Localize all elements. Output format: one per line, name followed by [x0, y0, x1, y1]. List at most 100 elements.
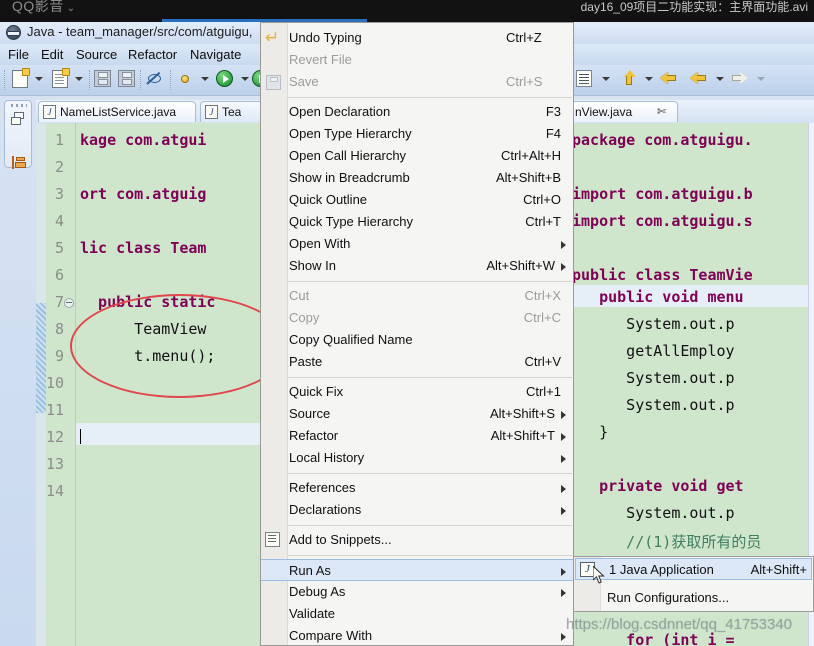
ctx-accel: Ctrl+T — [525, 214, 561, 229]
ctx-source[interactable]: Source Alt+Shift+S — [261, 403, 573, 425]
line-number: 13 — [45, 455, 64, 473]
menu-source[interactable]: Source — [72, 46, 121, 63]
save-all-icon[interactable] — [118, 70, 138, 90]
back-icon[interactable] — [690, 70, 710, 90]
mouse-cursor — [593, 566, 605, 584]
ctx-run-as[interactable]: Run As — [261, 559, 573, 581]
chevron-down-icon[interactable]: ⌄ — [67, 3, 76, 14]
forward-icon[interactable] — [730, 70, 750, 90]
ctx-label: Quick Type Hierarchy — [289, 214, 414, 229]
run-icon[interactable] — [216, 70, 236, 90]
ctx-label: Local History — [289, 450, 365, 465]
editor-context-menu: ↵ Undo Typing Ctrl+Z Revert File Save Ct… — [260, 22, 574, 646]
submenu-run-configurations[interactable]: Run Configurations... — [574, 587, 813, 609]
new-wizard-icon[interactable] — [52, 68, 72, 90]
search-icon[interactable] — [620, 70, 640, 90]
ctx-local-history[interactable]: Local History — [261, 447, 573, 469]
ctx-quick-fix[interactable]: Quick Fix Ctrl+1 — [261, 381, 573, 403]
ctx-accel: Ctrl+O — [523, 192, 561, 207]
outline-view-icon[interactable] — [11, 155, 27, 171]
current-line-highlight — [76, 423, 268, 445]
search-dropdown-icon[interactable] — [645, 77, 653, 81]
ctx-accel: Ctrl+V — [524, 354, 561, 369]
snippets-icon — [265, 532, 280, 547]
text-caret — [80, 429, 81, 444]
ctx-open-type-hierarchy[interactable]: Open Type Hierarchy F4 — [261, 123, 573, 145]
ctx-validate[interactable]: Validate — [261, 603, 573, 625]
save-icon[interactable] — [94, 70, 114, 90]
code-line: getAllEmploy — [572, 342, 735, 360]
code-line: TeamView — [80, 320, 207, 338]
fold-toggle-icon[interactable] — [64, 298, 74, 308]
run-dropdown-icon[interactable] — [241, 77, 249, 81]
menu-separator — [288, 555, 572, 556]
ctx-label: Refactor — [289, 428, 339, 443]
ctx-accel: F3 — [545, 104, 561, 119]
code-line: for (int i = — [572, 631, 735, 646]
submenu-java-application[interactable]: J 1 Java Application Alt+Shift+ — [575, 558, 812, 580]
ctx-label: Open Type Hierarchy — [289, 126, 412, 141]
ctx-open-with[interactable]: Open With — [261, 233, 573, 255]
ctx-debug-as[interactable]: Debug As — [261, 581, 573, 603]
menu-navigate[interactable]: Navigate — [186, 46, 245, 63]
open-type-icon[interactable] — [576, 70, 596, 90]
code-line: System.out.p — [572, 396, 735, 414]
line-number: 6 — [54, 266, 64, 284]
ctx-undo-typing[interactable]: ↵ Undo Typing Ctrl+Z — [261, 27, 573, 49]
ctx-label: Show In — [289, 258, 336, 273]
submenu-label: Run Configurations... — [607, 590, 730, 605]
ctx-quick-outline[interactable]: Quick Outline Ctrl+O — [261, 189, 573, 211]
ctx-refactor[interactable]: Refactor Alt+Shift+T — [261, 425, 573, 447]
code-line: lic class Team — [80, 239, 207, 257]
ctx-label: Debug As — [289, 584, 346, 599]
ctx-open-call-hierarchy[interactable]: Open Call Hierarchy Ctrl+Alt+H — [261, 145, 573, 167]
debug-dropdown-icon[interactable] — [201, 77, 209, 81]
open-type-dropdown-icon[interactable] — [602, 77, 610, 81]
ctx-declarations[interactable]: Declarations — [261, 499, 573, 521]
ctx-open-declaration[interactable]: Open Declaration F3 — [261, 101, 573, 123]
ctx-label: Compare With — [289, 628, 373, 643]
debug-icon[interactable] — [176, 70, 196, 90]
java-file-icon: J — [43, 105, 56, 119]
menu-refactor[interactable]: Refactor — [124, 46, 181, 63]
ctx-accel: Ctrl+1 — [525, 384, 561, 399]
ctx-label: Copy — [289, 310, 320, 325]
chevron-right-icon — [561, 241, 566, 249]
new-file-dropdown-icon[interactable] — [35, 77, 43, 81]
ctx-quick-type-hierarchy[interactable]: Quick Type Hierarchy Ctrl+T — [261, 211, 573, 233]
ctx-references[interactable]: References — [261, 477, 573, 499]
code-line: public void menu — [572, 288, 744, 306]
ctx-accel: Alt+Shift+T — [490, 428, 555, 443]
restore-view-icon[interactable] — [11, 112, 27, 128]
new-file-icon[interactable] — [12, 68, 32, 90]
media-player-name[interactable]: QQ影音 ⌄ — [12, 0, 76, 16]
back-dropdown-icon[interactable] — [716, 77, 724, 81]
close-icon[interactable]: ✄ — [657, 105, 666, 118]
new-wizard-dropdown-icon[interactable] — [75, 77, 83, 81]
ctx-show-in[interactable]: Show In Alt+Shift+W — [261, 255, 573, 277]
ctx-add-to-snippets[interactable]: Add to Snippets... — [261, 529, 573, 551]
chevron-right-icon — [561, 507, 566, 515]
ctx-show-in-breadcrumb[interactable]: Show in Breadcrumb Alt+Shift+B — [261, 167, 573, 189]
code-line: public class TeamVie — [572, 266, 753, 284]
chevron-right-icon — [561, 633, 566, 641]
media-player-label: QQ影音 — [12, 0, 64, 14]
chevron-right-icon — [561, 411, 566, 419]
ctx-paste[interactable]: Paste Ctrl+V — [261, 351, 573, 373]
next-annotation-icon[interactable] — [660, 70, 680, 90]
line-number: 1 — [54, 131, 64, 149]
code-editor-left[interactable]: 1 2 3 4 5 6 7 8 9 10 11 12 13 14 kage co… — [36, 123, 268, 646]
code-line: ort com.atguig — [80, 185, 207, 203]
tab-teamview[interactable]: nView.java ✄ — [570, 101, 678, 122]
ctx-compare-with[interactable]: Compare With — [261, 625, 573, 646]
ctx-copy-qualified-name[interactable]: Copy Qualified Name — [261, 329, 573, 351]
line-number: 14 — [45, 482, 64, 500]
forward-dropdown-icon[interactable] — [757, 77, 765, 81]
skip-breakpoints-icon[interactable] — [146, 70, 166, 90]
menu-file[interactable]: File — [4, 46, 33, 63]
tab-namelistservice[interactable]: J NameListService.java — [38, 101, 196, 122]
fast-view-grip[interactable] — [11, 104, 27, 107]
menu-edit[interactable]: Edit — [37, 46, 67, 63]
line-number: 11 — [45, 401, 64, 419]
editor-gutter-left[interactable]: 1 2 3 4 5 6 7 8 9 10 11 12 13 14 — [36, 123, 76, 646]
